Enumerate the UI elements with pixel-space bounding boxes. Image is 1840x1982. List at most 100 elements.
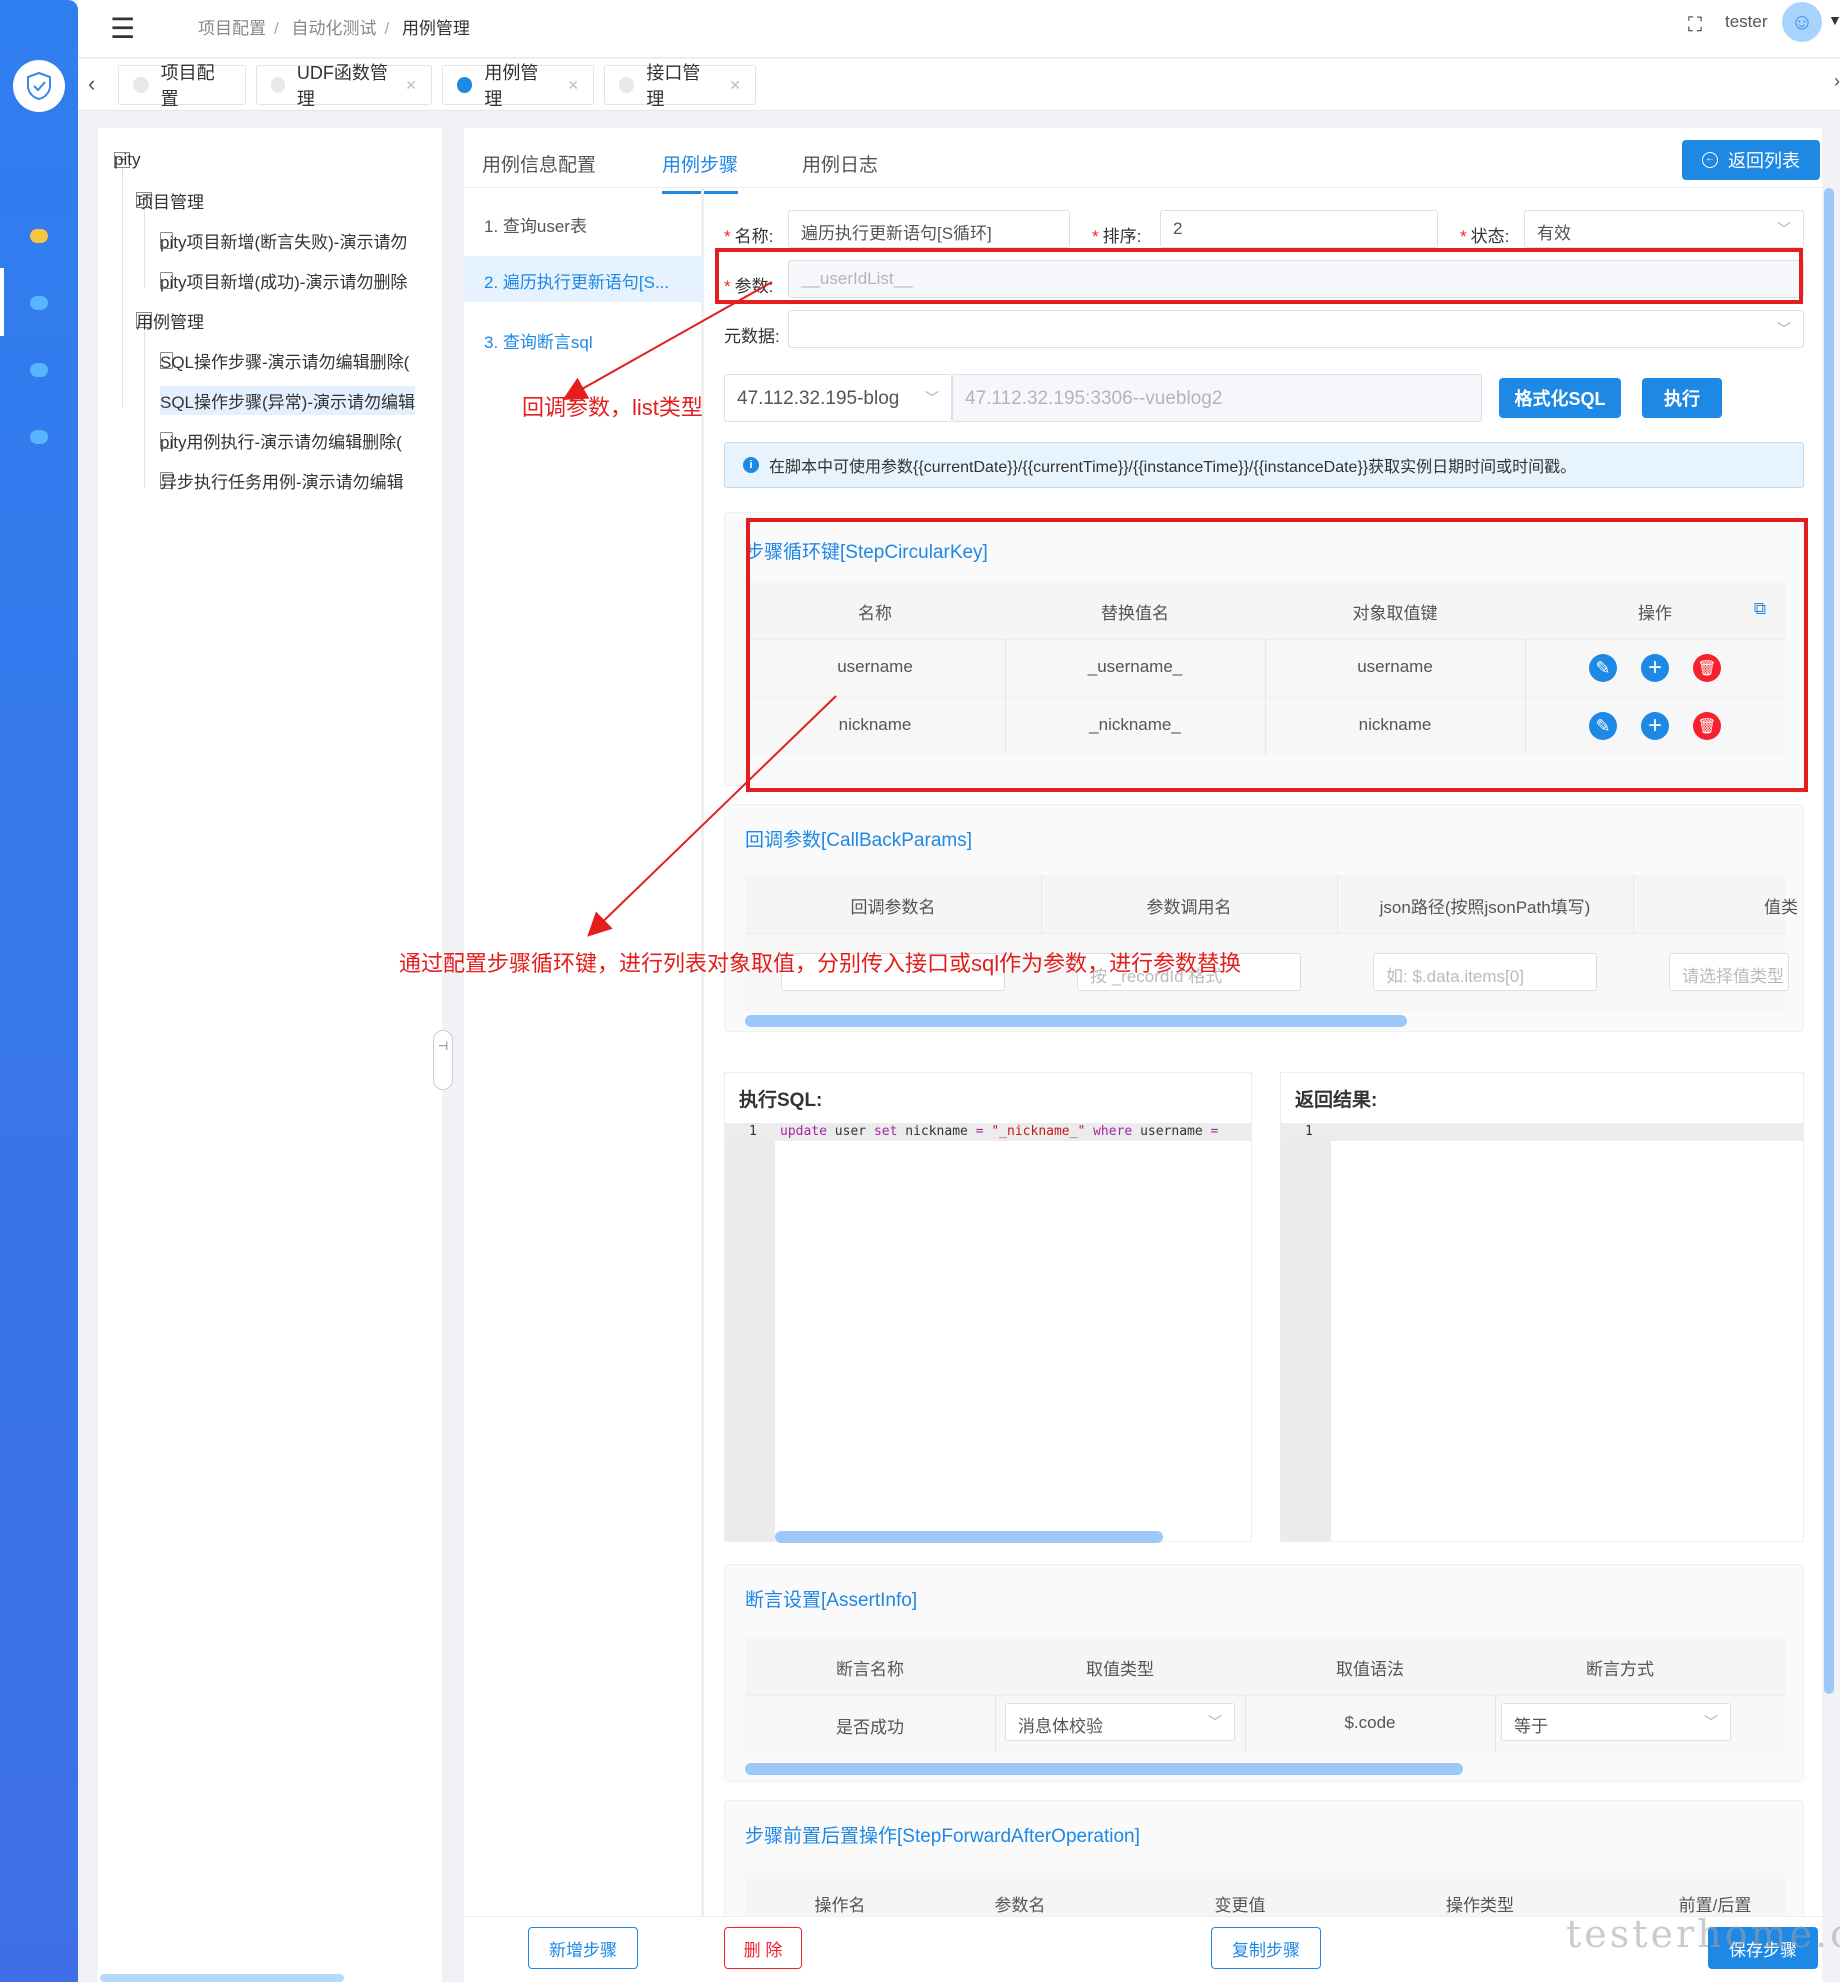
close-icon[interactable]: ✕ — [729, 77, 741, 94]
status-select[interactable]: 有效 ﹀ — [1524, 210, 1804, 248]
tabs-scroll-left-icon[interactable]: ‹ — [88, 71, 95, 97]
fullscreen-icon[interactable]: ⛶ — [1688, 14, 1702, 37]
tree-node-label: pity项目新增(成功)-演示请勿删除 — [160, 273, 408, 292]
menu-toggle-icon[interactable]: ☰ — [110, 12, 135, 45]
format-sql-button[interactable]: 格式化SQL — [1499, 378, 1621, 418]
card-title: 步骤循环键[StepCircularKey] — [745, 542, 988, 563]
tree-node-case[interactable]: SQL操作步骤-演示请勿编辑删除( — [160, 352, 409, 372]
horizontal-scrollbar[interactable] — [745, 1015, 1407, 1027]
back-to-list-button[interactable]: ← 返回列表 — [1682, 140, 1820, 180]
column-header: 取值语法 — [1336, 1660, 1404, 1679]
open-tabs-bar: ‹ 项目配置 UDF函数管理 ✕ 用例管理 ✕ 接口管理 ✕ › — [78, 59, 1840, 111]
result-editor[interactable]: 返回结果: 1 — [1280, 1072, 1804, 1542]
tree-node-case[interactable]: 异步执行任务用例-演示请勿编辑 — [160, 472, 404, 492]
callback-json-path-input[interactable]: 如: $.data.items[0] — [1373, 953, 1597, 991]
tab-project-config[interactable]: 项目配置 — [118, 63, 246, 109]
order-input[interactable]: 2 — [1160, 210, 1438, 248]
avatar[interactable]: ☺ — [1782, 2, 1822, 42]
tab-udf-functions[interactable]: UDF函数管理 ✕ — [256, 63, 432, 109]
tree-node-label: 异步执行任务用例-演示请勿编辑 — [160, 473, 404, 492]
add-icon[interactable]: + — [1641, 654, 1669, 682]
name-input[interactable]: 遍历执行更新语句[S循环] — [788, 210, 1070, 248]
meta-select[interactable]: ﹀ — [788, 310, 1804, 348]
info-alert: i 在脚本中可使用参数{{currentDate}}/{{currentTime… — [724, 442, 1804, 488]
breadcrumb-item[interactable]: 项目配置 — [198, 19, 266, 38]
tab-case-management[interactable]: 用例管理 ✕ — [442, 63, 594, 109]
step-item[interactable]: 3. 查询断言sql — [464, 316, 704, 362]
callback-params-table: 回调参数名 参数调用名 json路径(按照jsonPath填写) 值类 按 _r… — [745, 875, 1798, 1015]
chevron-down-icon: ﹀ — [1777, 321, 1791, 337]
panel-splitter-handle[interactable]: ⊣ — [433, 1030, 453, 1090]
nav-item-1[interactable] — [30, 229, 48, 243]
tab-case-log[interactable]: 用例日志 — [802, 150, 878, 191]
value-type-select[interactable]: 消息体校验 ﹀ — [1005, 1703, 1235, 1741]
tree-node-label: pity — [114, 150, 141, 169]
horizontal-scrollbar[interactable] — [745, 1763, 1463, 1775]
tab-api-management[interactable]: 接口管理 ✕ — [604, 63, 756, 109]
tree-node-group[interactable]: − 项目管理 — [136, 192, 204, 212]
left-sidebar — [0, 0, 78, 1982]
table-cell: nickname — [1358, 715, 1432, 734]
chevron-down-icon: ﹀ — [1704, 1714, 1718, 1730]
tree-node-label: SQL操作步骤(异常)-演示请勿编辑 — [160, 386, 415, 415]
tab-label: 项目配置 — [160, 63, 215, 109]
tree-node-group[interactable]: − 用例管理 — [136, 312, 204, 332]
edit-icon[interactable]: ✎ — [1589, 712, 1617, 740]
editor-title: 执行SQL: — [739, 1090, 823, 1111]
top-header: ☰ 项目配置 / 自动化测试 / 用例管理 ⛶ tester ☺ ▼ — [78, 0, 1840, 58]
tree-horizontal-scrollbar[interactable] — [100, 1974, 344, 1982]
assert-method-select[interactable]: 等于 ﹀ — [1501, 1703, 1731, 1741]
close-icon[interactable]: ✕ — [405, 77, 417, 94]
breadcrumb-item[interactable]: 自动化测试 — [291, 19, 376, 38]
tree-node-label: 项目管理 — [136, 192, 204, 212]
nav-item-3[interactable] — [30, 363, 48, 377]
breadcrumb: 项目配置 / 自动化测试 / 用例管理 — [198, 19, 470, 38]
nav-item-2[interactable] — [30, 296, 48, 310]
editor-horizontal-scrollbar[interactable] — [775, 1531, 1163, 1543]
tabs-scroll-right-icon[interactable]: › — [1834, 71, 1840, 92]
sql-editor[interactable]: 执行SQL: 1 update user set nickname = "_ni… — [724, 1072, 1252, 1543]
add-icon[interactable]: + — [1641, 712, 1669, 740]
sql-code[interactable]: update user set nickname = "_nickname_" … — [780, 1124, 1218, 1139]
step-item-active[interactable]: 2. 遍历执行更新语句[S... — [464, 256, 704, 302]
column-header: json路径(按照jsonPath填写) — [1379, 898, 1591, 917]
main-vertical-scrollbar[interactable] — [1824, 188, 1834, 1694]
edit-icon[interactable]: ✎ — [1589, 654, 1617, 682]
add-step-button[interactable]: 新增步骤 — [528, 1927, 638, 1969]
tree-node-label: pity项目新增(断言失败)-演示请勿 — [160, 233, 408, 252]
user-dropdown-icon[interactable]: ▼ — [1828, 12, 1840, 28]
tree-node-case[interactable]: pity用例执行-演示请勿编辑删除( — [160, 432, 402, 452]
tree-node-case[interactable]: pity项目新增(成功)-演示请勿删除 — [160, 272, 407, 292]
copy-step-button[interactable]: 复制步骤 — [1211, 1927, 1321, 1969]
column-header: 对象取值键 — [1352, 604, 1438, 623]
card-title: 断言设置[AssertInfo] — [745, 1590, 918, 1611]
meta-label: 元数据: — [724, 327, 780, 346]
param-input[interactable]: __userIdList__ — [788, 260, 1804, 298]
line-number: 1 — [749, 1124, 757, 1139]
forward-after-card: 步骤前置后置操作[StepForwardAfterOperation] 操作名 … — [724, 1800, 1804, 1918]
case-detail-tabs: 用例信息配置 用例步骤 用例日志 ← 返回列表 — [464, 128, 1822, 194]
column-settings-icon[interactable]: ⧉ — [1745, 599, 1775, 619]
tree-node-label: pity用例执行-演示请勿编辑删除( — [160, 433, 402, 452]
name-label: * 名称: — [724, 227, 774, 246]
tab-label: UDF函数管理 — [296, 63, 388, 109]
close-icon[interactable]: ✕ — [567, 77, 579, 94]
shield-icon — [27, 71, 51, 101]
callback-value-type-select[interactable]: 请选择值类型 — [1669, 953, 1789, 991]
tree-node-case-selected[interactable]: SQL操作步骤(异常)-演示请勿编辑 — [160, 386, 415, 415]
execute-button[interactable]: 执行 — [1642, 378, 1722, 418]
step-item[interactable]: 1. 查询user表 — [464, 200, 704, 246]
app-logo — [13, 60, 65, 112]
db-select[interactable]: 47.112.32.195-blog ﹀ — [724, 374, 952, 422]
delete-icon[interactable]: 🗑 — [1693, 654, 1721, 682]
delete-step-button[interactable]: 删 除 — [724, 1927, 802, 1969]
editor-title: 返回结果: — [1295, 1090, 1378, 1111]
card-title: 回调参数[CallBackParams] — [745, 830, 972, 851]
nav-item-4[interactable] — [30, 430, 48, 444]
tree-node-case[interactable]: pity项目新增(断言失败)-演示请勿 — [160, 232, 407, 252]
delete-icon[interactable]: 🗑 — [1693, 712, 1721, 740]
table-cell: $.code — [1344, 1713, 1396, 1732]
tree-node-root[interactable]: − pity — [114, 150, 144, 169]
username[interactable]: tester — [1725, 12, 1768, 32]
tab-case-info[interactable]: 用例信息配置 — [482, 150, 596, 191]
